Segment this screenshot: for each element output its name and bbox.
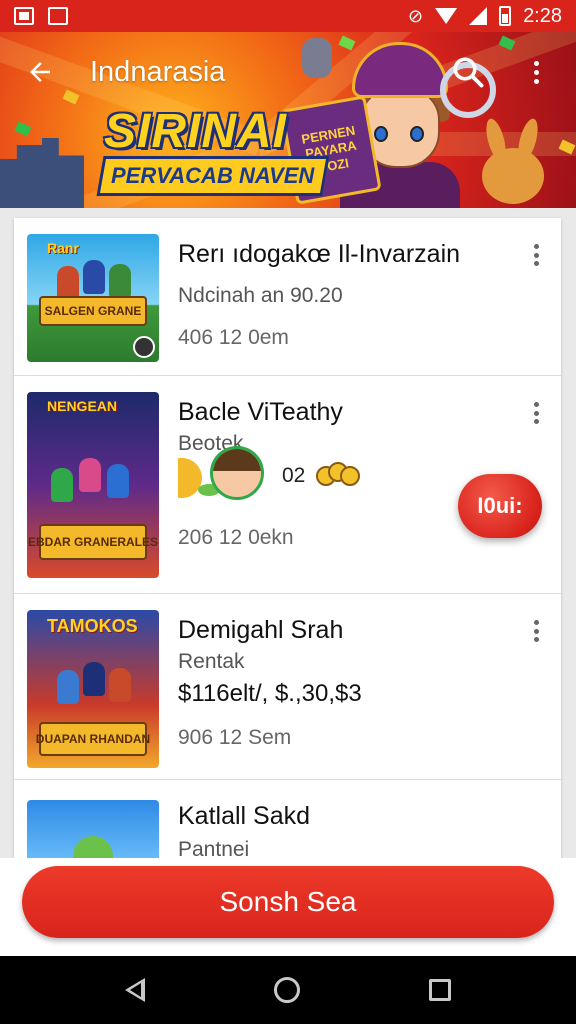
more-options-icon[interactable] (531, 616, 541, 646)
nav-back-icon[interactable] (124, 978, 145, 1002)
item-time: 206 12 0ekn (178, 526, 294, 549)
system-nav-bar (0, 956, 576, 1024)
item-subtitle: Pantnei (178, 838, 250, 858)
settings-badge-icon (133, 336, 155, 358)
item-subtitle: Ndcinah an 90.20 (178, 284, 343, 307)
back-arrow-icon[interactable] (18, 50, 62, 94)
list-item[interactable]: TAMOKOS DUAPAN RHANDAN Demigahl Srah Ren… (14, 594, 561, 780)
battery-icon (499, 6, 512, 26)
bunny-character (468, 116, 558, 208)
status-time: 2:28 (523, 4, 562, 27)
banner-headline: SIRINAI (104, 105, 288, 158)
signal-icon (469, 7, 488, 25)
game-thumbnail (27, 800, 159, 858)
list-item[interactable]: Ranr SALGEN GRANE Rerı ıdogakœ Il-Invarz… (14, 218, 561, 376)
header-banner: PERNEN PAYARA POZI SIRINAI PERVACAB NAVE… (0, 32, 576, 208)
game-thumbnail: Ranr SALGEN GRANE (27, 234, 159, 362)
bottom-action-area: Sonsh Sea (0, 858, 576, 956)
game-list: Ranr SALGEN GRANE Rerı ıdogakœ Il-Invarz… (14, 218, 561, 858)
coins-icon (316, 462, 360, 486)
item-time: 406 12 0em (178, 326, 289, 349)
toolbar: Indnarasia (0, 32, 576, 112)
item-title: Rerı ıdogakœ Il-Invarzain (178, 240, 461, 268)
item-title: Demigahl Srah (178, 616, 344, 644)
item-subtitle: Rentak (178, 650, 245, 673)
search-icon[interactable] (446, 50, 490, 94)
floating-action-button[interactable]: I0ui: (458, 474, 542, 538)
more-options-icon[interactable] (531, 240, 541, 270)
notification-icon (14, 7, 34, 25)
item-price: $116elt/, $.,30,$3 (178, 680, 362, 707)
overflow-menu-icon[interactable] (514, 50, 558, 94)
nav-recents-icon[interactable] (429, 979, 452, 1001)
game-thumbnail: NENGEAN EBDAR GRANERALES (27, 392, 159, 578)
player-avatar (210, 446, 264, 500)
game-thumbnail: TAMOKOS DUAPAN RHANDAN (27, 610, 159, 768)
castle-silhouette (0, 138, 84, 208)
primary-action-button[interactable]: Sonsh Sea (22, 866, 554, 938)
nav-home-icon[interactable] (273, 977, 300, 1003)
item-time: 906 12 Sem (178, 726, 292, 749)
item-title: Katlall Sakd (178, 802, 311, 830)
wifi-icon (435, 8, 458, 24)
image-notification-icon (48, 7, 68, 25)
trade-value: 02 (282, 464, 306, 487)
mute-icon: ⊘ (407, 5, 424, 26)
banner-ribbon: PERVACAB NAVEN (96, 156, 330, 196)
item-title: Bacle ViTeathy (178, 398, 343, 426)
list-item[interactable]: Katlall Sakd Pantnei (14, 780, 561, 858)
status-bar: ⊘ 2:28 (0, 0, 576, 32)
more-options-icon[interactable] (531, 398, 541, 428)
page-title: Indnarasia (90, 55, 226, 88)
